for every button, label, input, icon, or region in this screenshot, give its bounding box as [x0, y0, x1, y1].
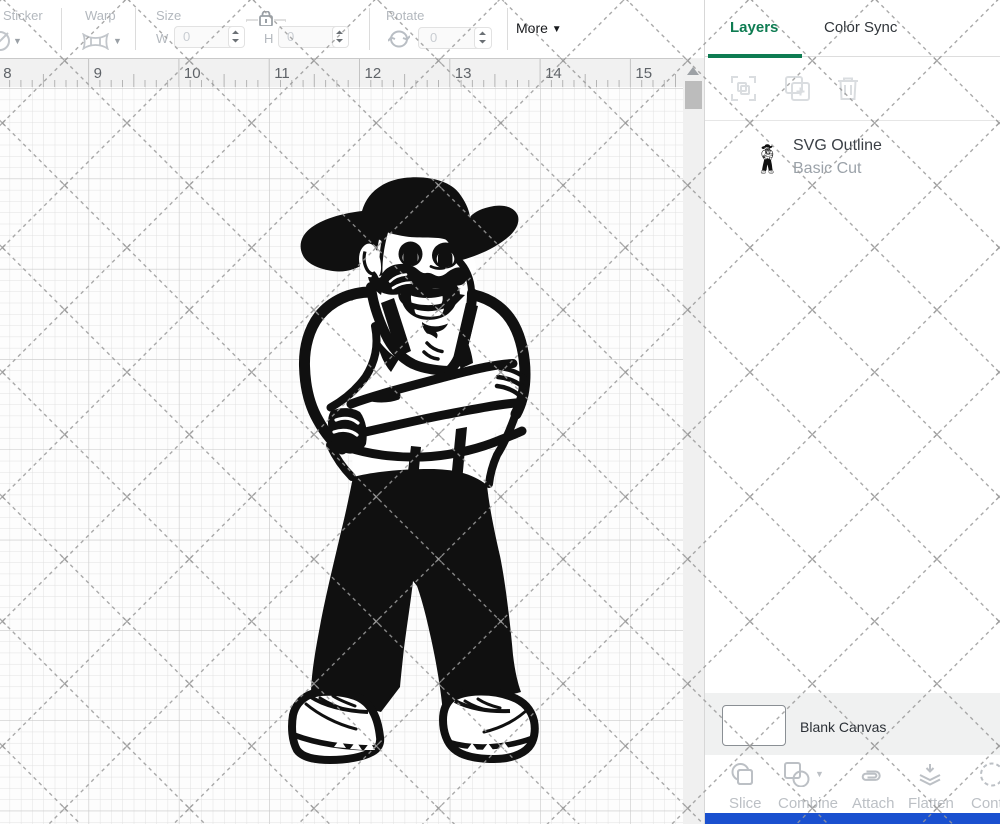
svg-text:9: 9 [94, 65, 102, 82]
svg-text:13: 13 [455, 65, 472, 82]
svg-text:10: 10 [184, 65, 201, 82]
svg-text:8: 8 [3, 65, 11, 82]
svg-text:11: 11 [274, 65, 290, 82]
svg-text:14: 14 [545, 65, 562, 82]
svg-text:12: 12 [365, 65, 382, 82]
svg-text:15: 15 [635, 65, 652, 82]
